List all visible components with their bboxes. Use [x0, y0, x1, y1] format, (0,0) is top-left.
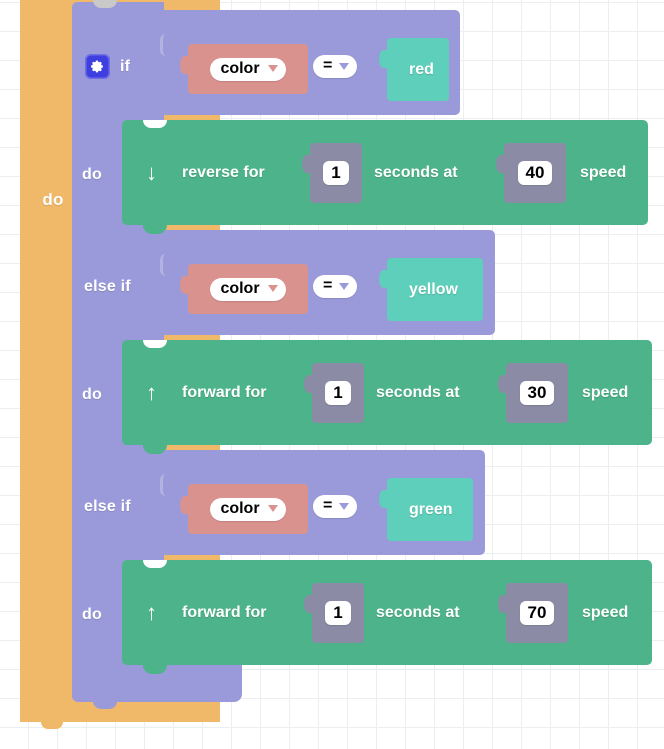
chevron-down-icon [339, 63, 349, 70]
condition-socket-1 [160, 254, 173, 276]
number-block-speed-1[interactable]: 30 [506, 363, 568, 423]
number-field-speed-1[interactable]: 30 [520, 381, 555, 406]
action-middle-text-2: seconds at [376, 604, 460, 622]
variable-dropdown-label-0: color [220, 61, 259, 77]
operator-dropdown-label-2: = [323, 498, 331, 514]
clause-keyword-if: if [120, 58, 130, 76]
action-unit-text-2: speed [582, 604, 628, 622]
blockly-workspace[interactable]: do if color = red do ↓ rever [0, 0, 664, 749]
number-block-speed-0[interactable]: 40 [504, 143, 566, 203]
condition-socket-0 [160, 34, 173, 56]
action-block-top-notch-1 [143, 340, 167, 348]
action-block-top-notch-2 [143, 560, 167, 568]
action-verb-1: forward for [182, 384, 266, 402]
action-middle-text-0: seconds at [374, 164, 458, 182]
variable-dropdown-label-1: color [220, 281, 259, 297]
outer-loop-do-label: do [30, 190, 76, 210]
gear-icon[interactable] [85, 54, 110, 79]
literal-label-yellow: yellow [409, 281, 458, 299]
variable-block-color-2[interactable]: color [188, 484, 308, 534]
chevron-down-icon [268, 65, 278, 72]
number-block-speed-2[interactable]: 70 [506, 583, 568, 643]
operator-dropdown-label-0: = [323, 58, 331, 74]
chevron-down-icon [268, 285, 278, 292]
if-block-bottom-connector [93, 700, 117, 709]
literal-label-red: red [409, 61, 434, 79]
number-block-duration-1[interactable]: 1 [312, 363, 364, 423]
operator-dropdown-1[interactable]: = [313, 275, 357, 298]
operator-dropdown-label-1: = [323, 278, 331, 294]
chevron-down-icon [339, 503, 349, 510]
action-unit-text-0: speed [580, 164, 626, 182]
operator-block-1[interactable]: = [313, 275, 357, 298]
number-field-duration-2[interactable]: 1 [325, 601, 350, 626]
clause-do-label-0: do [82, 166, 102, 184]
operator-dropdown-2[interactable]: = [313, 495, 357, 518]
arrow-up-icon: ↑ [146, 602, 157, 624]
action-unit-text-1: speed [582, 384, 628, 402]
clause-do-label-1: do [82, 386, 102, 404]
variable-block-color-0[interactable]: color [188, 44, 308, 94]
number-field-duration-1[interactable]: 1 [325, 381, 350, 406]
literal-block-green[interactable]: green [387, 478, 473, 541]
number-field-speed-0[interactable]: 40 [518, 161, 553, 186]
variable-block-color-1[interactable]: color [188, 264, 308, 314]
arrow-down-icon: ↓ [146, 162, 157, 184]
action-block-top-notch-0 [143, 120, 167, 128]
action-middle-text-1: seconds at [376, 384, 460, 402]
clause-keyword-else-if-2: else if [84, 498, 131, 516]
arrow-up-icon: ↑ [146, 382, 157, 404]
operator-block-2[interactable]: = [313, 495, 357, 518]
variable-dropdown-2[interactable]: color [210, 498, 285, 521]
literal-label-green: green [409, 501, 453, 519]
number-field-duration-0[interactable]: 1 [323, 161, 348, 186]
literal-block-yellow[interactable]: yellow [387, 258, 483, 321]
literal-block-red[interactable]: red [387, 38, 449, 101]
chevron-down-icon [268, 505, 278, 512]
variable-dropdown-label-2: color [220, 501, 259, 517]
outer-loop-bottom-connector [41, 720, 63, 729]
number-field-speed-2[interactable]: 70 [520, 601, 555, 626]
number-block-duration-0[interactable]: 1 [310, 143, 362, 203]
clause-keyword-else-if-1: else if [84, 278, 131, 296]
variable-dropdown-1[interactable]: color [210, 278, 285, 301]
variable-dropdown-0[interactable]: color [210, 58, 285, 81]
operator-block-0[interactable]: = [313, 55, 357, 78]
condition-socket-2 [160, 474, 173, 496]
action-verb-0: reverse for [182, 164, 265, 182]
chevron-down-icon [339, 283, 349, 290]
number-block-duration-2[interactable]: 1 [312, 583, 364, 643]
clause-do-label-2: do [82, 606, 102, 624]
action-verb-2: forward for [182, 604, 266, 622]
operator-dropdown-0[interactable]: = [313, 55, 357, 78]
